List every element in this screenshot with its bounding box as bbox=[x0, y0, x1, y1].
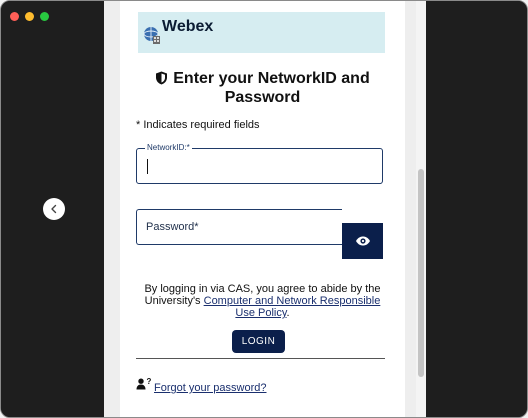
login-panel: Webex Enter your NetworkID and Password … bbox=[104, 1, 426, 417]
scrollbar-thumb[interactable] bbox=[418, 169, 424, 377]
browser-window: Webex Enter your NetworkID and Password … bbox=[0, 0, 528, 418]
close-window-button[interactable] bbox=[10, 12, 19, 21]
chevron-left-icon bbox=[51, 204, 57, 214]
eye-icon bbox=[355, 236, 370, 246]
heading-text: Enter your NetworkID and Password bbox=[173, 70, 370, 106]
policy-agreement: By logging in via CAS, you agree to abid… bbox=[136, 283, 389, 319]
show-password-button[interactable] bbox=[342, 223, 383, 259]
forgot-password-link[interactable]: Forgot your password? bbox=[154, 382, 267, 394]
divider bbox=[136, 358, 385, 359]
zoom-window-button[interactable] bbox=[40, 12, 49, 21]
right-backdrop bbox=[426, 1, 527, 417]
brand-name: Webex bbox=[162, 18, 214, 35]
required-fields-note: * Indicates required fields bbox=[136, 119, 260, 131]
shield-icon bbox=[156, 71, 168, 85]
scrollbar[interactable] bbox=[416, 1, 426, 417]
svg-text:?: ? bbox=[147, 378, 152, 386]
network-id-label: NetworkID:* bbox=[145, 143, 192, 153]
login-button[interactable]: LOGIN bbox=[232, 330, 285, 353]
text-cursor bbox=[147, 159, 148, 174]
webex-logo-icon bbox=[143, 27, 160, 44]
page-heading: Enter your NetworkID and Password bbox=[120, 69, 405, 107]
minimize-window-button[interactable] bbox=[25, 12, 34, 21]
policy-link[interactable]: Computer and Network Responsible Use Pol… bbox=[204, 295, 381, 319]
left-backdrop bbox=[1, 1, 104, 417]
network-id-field[interactable]: NetworkID:* bbox=[136, 143, 383, 184]
password-label: Password* bbox=[146, 221, 199, 233]
previous-button[interactable] bbox=[43, 198, 65, 220]
user-question-icon: ? bbox=[136, 378, 152, 390]
agreement-end: . bbox=[286, 307, 290, 319]
password-field[interactable]: Password* bbox=[136, 209, 342, 245]
webex-banner: Webex bbox=[138, 12, 385, 53]
login-card: Webex Enter your NetworkID and Password … bbox=[120, 1, 405, 417]
window-controls bbox=[10, 12, 49, 21]
